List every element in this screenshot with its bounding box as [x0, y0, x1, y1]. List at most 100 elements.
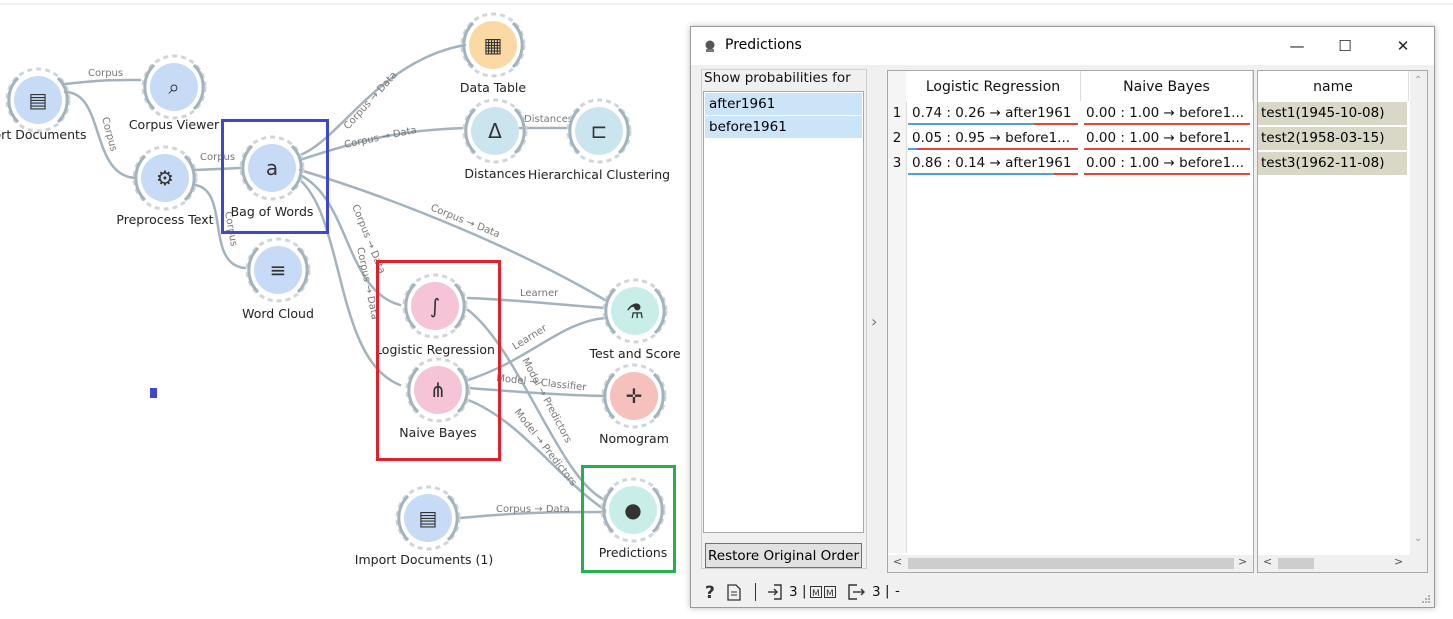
edge-label: Corpus → Data — [496, 504, 570, 515]
output-icon — [848, 584, 865, 600]
scroll-left-arrow-icon[interactable]: < — [893, 555, 902, 568]
status-bar: ? 3 | M M 3 | - — [691, 577, 1434, 607]
preprocess-text-icon: ⚙ — [156, 166, 174, 190]
name-cell[interactable]: test3(1962-11-08) — [1258, 152, 1407, 175]
restore-original-order-button[interactable]: Restore Original Order — [705, 543, 862, 568]
probabilities-group-title: Show probabilities for — [702, 70, 853, 86]
status-separator: | — [885, 583, 890, 599]
column-header-logistic-regression[interactable]: Logistic Regression — [906, 71, 1081, 101]
node-label-test-and-score: Test and Score — [589, 346, 681, 361]
row-number: 1 — [892, 105, 902, 121]
name-cell[interactable]: test2(1958-03-15) — [1258, 127, 1407, 150]
highlight-box-red — [376, 260, 501, 461]
name-cell[interactable]: test1(1945-10-08) — [1258, 102, 1407, 125]
node-word-cloud[interactable]: ≡ — [245, 237, 311, 303]
splitter-expand-icon[interactable]: › — [871, 312, 877, 331]
node-label-data-table: Data Table — [459, 80, 527, 95]
prediction-cell-naive-bayes[interactable]: 0.00 : 1.00 → before1... — [1086, 130, 1250, 146]
horizontal-scrollbar[interactable]: < > — [888, 555, 1253, 572]
highlight-box-blue — [221, 119, 329, 234]
status-trail: - — [895, 583, 900, 599]
prediction-cell-logistic-regression[interactable]: 0.86 : 0.14 → after1961 — [912, 155, 1078, 171]
node-preprocess-text[interactable]: ⚙ — [132, 145, 198, 211]
output-count: 3 — [872, 584, 881, 600]
nomogram-icon: ✛ — [626, 384, 643, 408]
scroll-right-arrow-icon[interactable]: > — [1238, 555, 1247, 568]
node-distances[interactable]: Δ — [462, 98, 528, 164]
edge-label: Corpus → Data — [343, 125, 417, 151]
node-hierarchical-clustering[interactable]: ⊏ — [566, 98, 632, 164]
probability-bar-before — [1084, 148, 1250, 150]
predictions-window: Predictions — ☐ ✕ Show probabilities for… — [690, 26, 1435, 608]
node-nomogram[interactable]: ✛ — [601, 363, 667, 429]
probability-item-after1961[interactable]: after1961 — [705, 93, 862, 115]
node-label-import-documents: ort Documents — [0, 127, 87, 142]
node-label-hierarchical-clustering: Hierarchical Clustering — [527, 167, 671, 182]
node-label-distances: Distances — [464, 166, 526, 181]
scrollbar-thumb[interactable] — [908, 558, 1234, 569]
node-label-import-documents-1: Import Documents (1) — [354, 552, 494, 567]
row-number: 2 — [892, 130, 902, 146]
node-import-documents[interactable]: ▤ — [5, 67, 71, 133]
edge-label: Distances — [524, 114, 573, 125]
report-icon[interactable] — [727, 584, 741, 601]
node-import-documents-1[interactable]: ▤ — [395, 485, 461, 551]
status-separator: | — [802, 583, 807, 599]
svg-text:M: M — [826, 589, 834, 599]
vertical-scrollbar[interactable]: ⌃ ⌄ — [1410, 71, 1427, 555]
svg-text:M: M — [812, 589, 820, 599]
node-label-preprocess-text: Preprocess Text — [116, 212, 214, 227]
model-icon: M M — [810, 586, 836, 599]
node-data-table[interactable]: ▦ — [460, 12, 526, 78]
node-test-and-score[interactable]: ⚗ — [602, 278, 668, 344]
help-icon[interactable]: ? — [703, 583, 719, 601]
close-button[interactable]: ✕ — [1380, 27, 1426, 65]
predictions-icon — [705, 40, 715, 52]
maximize-button[interactable]: ☐ — [1322, 27, 1368, 65]
scroll-up-arrow-icon[interactable]: ⌃ — [1414, 75, 1422, 86]
scrollbar-thumb[interactable] — [1278, 558, 1314, 569]
edge-label: Model → Predictors — [512, 407, 579, 488]
prediction-cell-logistic-regression[interactable]: 0.74 : 0.26 → after1961 — [912, 105, 1078, 121]
probability-bar-after — [908, 123, 1034, 125]
title-bar[interactable]: Predictions — ☐ ✕ — [691, 27, 1434, 65]
probability-bar-before — [1084, 173, 1250, 175]
column-header-name[interactable]: name — [1258, 71, 1409, 101]
node-label-nomogram: Nomogram — [599, 431, 669, 446]
selection-marker — [150, 388, 157, 398]
prediction-cell-naive-bayes[interactable]: 0.00 : 1.00 → before1... — [1086, 155, 1250, 171]
test-and-score-icon: ⚗ — [626, 299, 644, 323]
predictions-table[interactable]: Logistic Regression Naive Bayes 1 0.74 :… — [887, 70, 1254, 573]
node-label-corpus-viewer: Corpus Viewer — [128, 117, 220, 132]
data-table[interactable]: name test1(1945-10-08) test2(1958-03-15)… — [1257, 70, 1428, 573]
node-corpus-viewer[interactable]: ⌕ — [141, 54, 207, 120]
node-label-word-cloud: Word Cloud — [242, 306, 314, 321]
import-documents-icon: ▤ — [29, 88, 48, 112]
edge-label: Corpus → Data — [342, 70, 400, 132]
edge-import-to-viewer — [63, 78, 142, 86]
window-title: Predictions — [725, 37, 802, 53]
horizontal-scrollbar[interactable]: < > — [1258, 555, 1427, 572]
scroll-right-arrow-icon[interactable]: > — [1394, 555, 1403, 568]
data-table-icon: ▦ — [484, 33, 503, 57]
column-header-naive-bayes[interactable]: Naive Bayes — [1081, 71, 1253, 101]
edge-label: Corpus → Data — [429, 203, 501, 241]
probabilities-list[interactable]: after1961 before1961 — [703, 91, 864, 533]
probability-bar-before — [917, 148, 1078, 150]
resize-grip-icon[interactable] — [1421, 594, 1431, 604]
probability-bar-after — [908, 173, 1054, 175]
edge-label: Corpus — [88, 68, 123, 79]
corpus-viewer-icon: ⌕ — [168, 75, 179, 99]
scroll-left-arrow-icon[interactable]: < — [1263, 555, 1272, 568]
edge-label: Learner — [511, 322, 550, 352]
import-documents-1-icon: ▤ — [419, 506, 438, 530]
row-number: 3 — [892, 155, 902, 171]
minimize-button[interactable]: — — [1274, 27, 1320, 65]
scroll-down-arrow-icon[interactable]: ⌄ — [1414, 533, 1422, 544]
prediction-cell-naive-bayes[interactable]: 0.00 : 1.00 → before1... — [1086, 105, 1250, 121]
status-divider — [755, 583, 756, 601]
prediction-cell-logistic-regression[interactable]: 0.05 : 0.95 → before1... — [912, 130, 1078, 146]
probability-item-before1961[interactable]: before1961 — [705, 116, 862, 138]
input-count: 3 — [789, 584, 798, 600]
probability-bar-before — [1034, 123, 1078, 125]
